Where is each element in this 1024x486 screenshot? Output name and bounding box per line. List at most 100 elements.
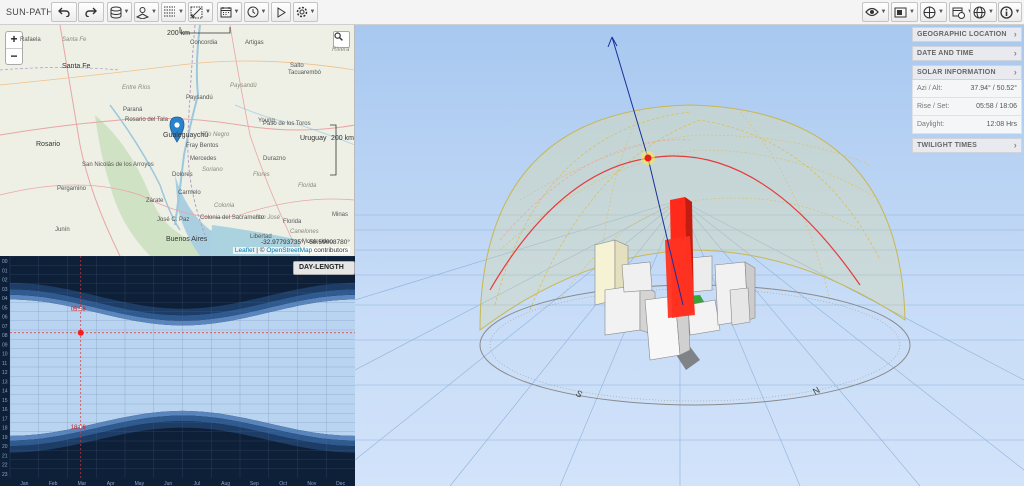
- clock-button[interactable]: ▼: [244, 2, 269, 22]
- month-label: Apr: [107, 481, 115, 486]
- sunset-label: 18:06: [71, 425, 87, 431]
- map-attribution: Leaflet | © OpenStreetMap contributors: [232, 247, 350, 254]
- sunrise-label: 05:58: [71, 307, 87, 313]
- hour-tick-label: 05: [2, 305, 8, 311]
- month-label: Dec: [336, 481, 345, 486]
- hour-tick-label: 22: [2, 463, 8, 469]
- map-place-label: Canelones: [290, 229, 319, 235]
- sketch-icon: [190, 6, 203, 18]
- map-scale-top: 200 km: [167, 30, 190, 37]
- day-length-dropdown[interactable]: DAY-LENGTH ▾: [293, 261, 355, 283]
- map-search-button[interactable]: [333, 31, 350, 48]
- map-place-label: Mercedes: [190, 156, 217, 162]
- hour-tick-label: 01: [2, 268, 8, 274]
- map-place-label: Salto: [290, 63, 304, 69]
- month-label: Nov: [307, 481, 316, 486]
- top-toolbar: SUN-PATH: ▼ ▼ ▼ ▼ ▼ ▼ ▼ ▼ ▼ ▼ ▼ ▼ ▼: [0, 0, 1024, 25]
- globe-alt-button[interactable]: ▼: [920, 2, 947, 22]
- twilight-times-header[interactable]: TWILIGHT TIMES ›: [912, 138, 1022, 153]
- solar-row-value: 05:58 / 18:06: [976, 103, 1017, 110]
- undo-button[interactable]: [51, 2, 77, 22]
- chevron-right-icon: ›: [1013, 67, 1017, 77]
- hour-tick-label: 10: [2, 352, 8, 358]
- month-label: Jan: [20, 481, 28, 486]
- layers-button[interactable]: ▼: [107, 2, 132, 22]
- settings-button[interactable]: ▼: [293, 2, 318, 22]
- day-length-chart[interactable]: 00 01 02 03 04 05 06 07 08 09 10 11 12 13 14 15 16 17 18 19…: [0, 256, 355, 486]
- geographic-location-label: GEOGRAPHIC LOCATION: [917, 31, 1007, 38]
- chevron-right-icon: ›: [1013, 29, 1017, 39]
- attribution-tail: contributors: [312, 247, 348, 254]
- date-and-time-header[interactable]: DATE AND TIME ›: [912, 46, 1022, 61]
- solar-row-value: 12:08 Hrs: [986, 121, 1017, 128]
- twilight-times-label: TWILIGHT TIMES: [917, 142, 977, 149]
- map-place-label: Paysandú: [230, 83, 257, 89]
- month-label: Jul: [194, 481, 200, 486]
- month-label: Feb: [49, 481, 58, 486]
- view-button[interactable]: ▼: [862, 2, 889, 22]
- map-place-label: Rivera: [332, 47, 350, 53]
- sketch-button[interactable]: ▼: [188, 2, 213, 22]
- solar-information-label: SOLAR INFORMATION: [917, 69, 996, 76]
- clock-icon: [247, 6, 259, 18]
- map-place-label: Santa Fe: [62, 37, 87, 43]
- map-place-label: Carmelo: [178, 190, 201, 196]
- location-map[interactable]: + − 200 km 200 km Rafaela Santa Fe Santa F…: [0, 25, 355, 256]
- model-button[interactable]: ▼: [134, 2, 159, 22]
- calendar-button[interactable]: ▼: [217, 2, 242, 22]
- hour-tick-label: 16: [2, 407, 8, 413]
- hour-tick-label: 00: [2, 259, 8, 265]
- month-label: Aug: [221, 481, 230, 486]
- calendar-clock-icon: [952, 7, 966, 19]
- geographic-location-header[interactable]: GEOGRAPHIC LOCATION ›: [912, 27, 1022, 42]
- solar-row-azi-alt: Azi / Alt: 37.94° / 50.52°: [912, 80, 1022, 98]
- hour-tick-label: 04: [2, 296, 8, 302]
- info-button[interactable]: ▼: [998, 2, 1022, 22]
- hour-tick-label: 17: [2, 416, 8, 422]
- map-place-label: José C. Paz: [157, 217, 190, 223]
- map-place-label: Minas: [332, 212, 349, 218]
- solar-row-label: Daylight:: [917, 121, 945, 128]
- model-icon: [136, 6, 150, 19]
- leaflet-link[interactable]: Leaflet: [235, 247, 255, 254]
- map-place-label: Fray Bentos: [186, 143, 219, 149]
- display-button[interactable]: ▼: [891, 2, 918, 22]
- map-place-label: San Nicolás de los Arroyos: [82, 162, 154, 168]
- info-icon: [999, 5, 1013, 19]
- hour-tick-label: 19: [2, 435, 8, 441]
- hour-tick-label: 21: [2, 453, 8, 459]
- solar-information-rows: Azi / Alt: 37.94° / 50.52° Rise / Set: 05:…: [912, 80, 1022, 134]
- grid-button[interactable]: ▼: [161, 2, 186, 22]
- map-place-label: Paso de los Toros: [263, 121, 311, 127]
- globe-button[interactable]: ▼: [970, 2, 997, 22]
- toolbar-title: SUN-PATH:: [6, 7, 56, 17]
- globe-icon: [973, 6, 986, 18]
- zoom-out-button[interactable]: −: [6, 48, 22, 64]
- redo-button[interactable]: [78, 2, 104, 22]
- search-icon: [334, 32, 343, 41]
- hour-tick-label: 15: [2, 398, 8, 404]
- hour-tick-label: 18: [2, 426, 8, 432]
- solar-information-header[interactable]: SOLAR INFORMATION ›: [912, 65, 1022, 80]
- svg-text:S: S: [574, 388, 584, 400]
- month-label: Oct: [279, 481, 287, 486]
- hour-tick-label: 03: [2, 287, 8, 293]
- grid-icon: [164, 6, 176, 17]
- solar-row-rise-set: Rise / Set: 05:58 / 18:06: [912, 98, 1022, 116]
- map-coordinates: -32.97793735°, -58.59008780°: [260, 239, 350, 246]
- map-place-label: Dolores: [172, 172, 193, 178]
- map-place-label: Pergamino: [57, 186, 87, 192]
- hour-tick-label: 12: [2, 370, 8, 376]
- layers-icon: [110, 6, 122, 18]
- map-place-label: Buenos Aires: [166, 236, 208, 243]
- sun-icon[interactable]: [641, 151, 655, 165]
- map-place-label: Paysandú: [186, 95, 213, 101]
- osm-link[interactable]: OpenStreetMap: [266, 247, 312, 254]
- map-place-label: Artigas: [245, 40, 264, 46]
- map-place-label: Florida: [283, 219, 302, 225]
- play-button[interactable]: [271, 2, 291, 22]
- solar-row-daylight: Daylight: 12:08 Hrs: [912, 116, 1022, 134]
- map-place-label: Paraná: [123, 107, 143, 113]
- display-icon: [894, 7, 907, 17]
- map-place-label: Durazno: [263, 156, 286, 162]
